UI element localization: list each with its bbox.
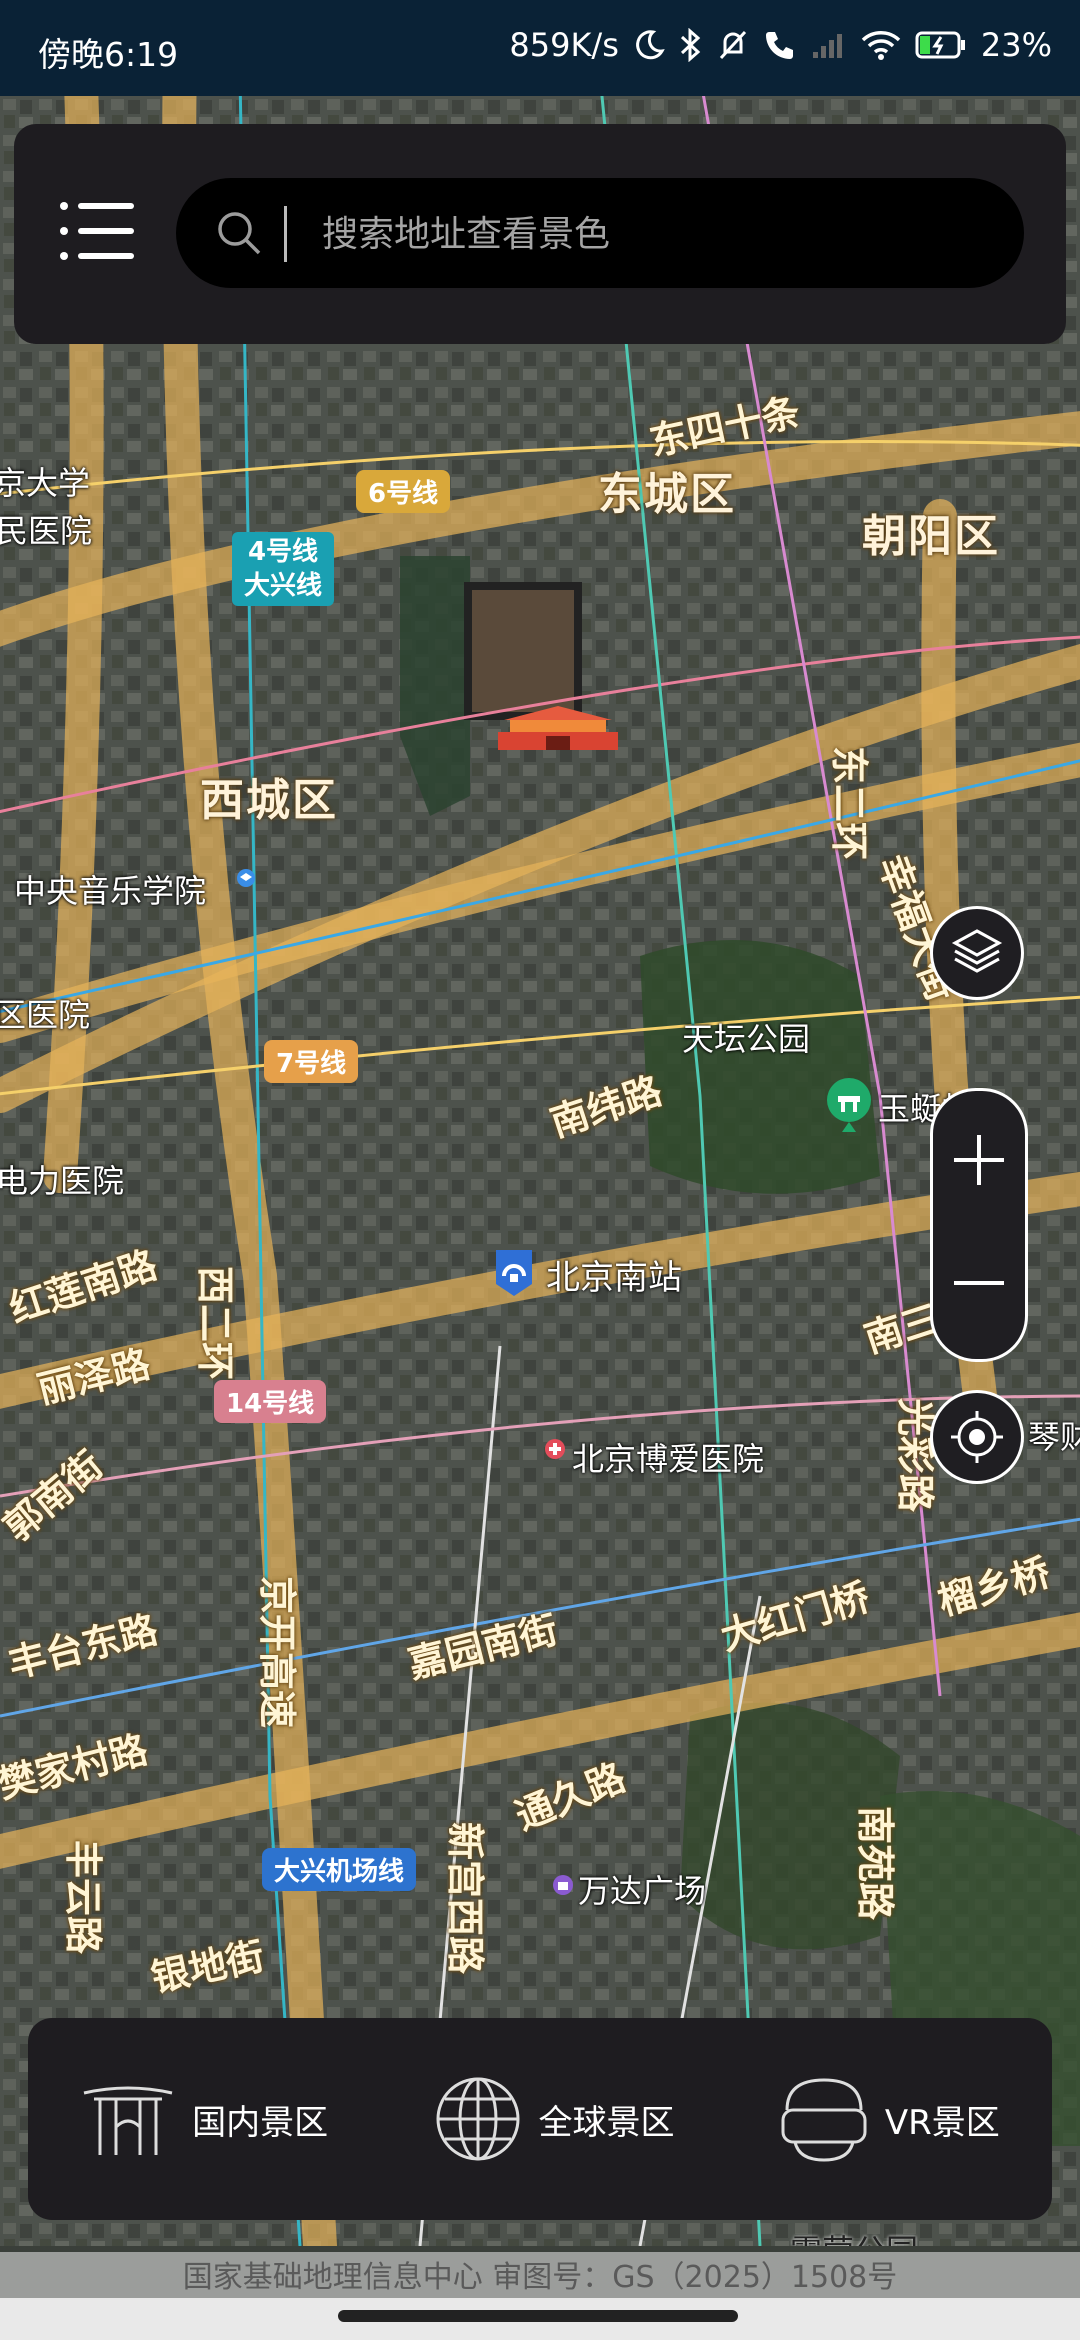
metro-label: 6号线	[356, 470, 451, 513]
search-bar[interactable]	[176, 178, 1024, 288]
home-indicator[interactable]	[338, 2310, 738, 2322]
nav-domestic-scenic[interactable]: 国内景区	[80, 2079, 328, 2159]
bluetooth-icon	[679, 28, 703, 62]
map-canvas	[0, 96, 1080, 2246]
plus-icon	[954, 1135, 1004, 1185]
nav-label: 全球景区	[538, 2102, 675, 2143]
zoom-control	[930, 1088, 1028, 1362]
district-label: 西城区	[200, 775, 338, 826]
place-label[interactable]: 区医院	[0, 990, 90, 1036]
zoom-out-button[interactable]	[933, 1225, 1025, 1359]
vr-headset-icon	[781, 2078, 867, 2162]
place-label[interactable]: 琴财	[1028, 1412, 1080, 1458]
mute-bell-icon	[717, 28, 749, 62]
layers-icon	[951, 929, 1003, 973]
locate-button[interactable]	[930, 1390, 1024, 1484]
nav-global-scenic[interactable]: 全球景区	[433, 2074, 675, 2164]
road-label: 东二环	[827, 746, 871, 861]
call-icon	[763, 28, 797, 62]
search-icon	[216, 210, 262, 260]
status-bar: 傍晚6:19 859K/s 23%	[0, 0, 1080, 96]
road-label: 西二环	[193, 1266, 237, 1381]
place-label[interactable]: 万达广场	[578, 1866, 706, 1912]
place-label[interactable]: 电力医院	[0, 1156, 124, 1202]
place-label[interactable]: 天坛公园	[682, 1014, 810, 1060]
nav-label: 国内景区	[192, 2102, 329, 2143]
road-label: 京开高速	[255, 1576, 299, 1729]
menu-list-icon[interactable]	[58, 198, 136, 264]
battery-icon	[915, 30, 967, 60]
locate-icon	[951, 1411, 1003, 1463]
status-right: 859K/s 23%	[509, 26, 1052, 64]
metro-label: 4号线	[247, 537, 319, 567]
status-time: 傍晚6:19	[38, 35, 179, 74]
map-credit: 国家基础地理信息中心 审图号：GS（2025）1508号	[0, 2252, 1080, 2298]
metro-label: 大兴机场线	[262, 1848, 417, 1891]
road-label: 丰云路	[61, 1840, 105, 1955]
minus-icon	[954, 1281, 1004, 1285]
school-icon	[236, 868, 256, 888]
place-label[interactable]: 露营公园	[790, 2226, 918, 2246]
gate-icon	[83, 2086, 173, 2155]
nav-vr-scenic[interactable]: VR景区	[779, 2074, 1000, 2164]
metro-label: 7号线	[264, 1040, 359, 1083]
zoom-in-button[interactable]	[933, 1091, 1025, 1225]
bottom-nav: 国内景区 全球景区 VR景区	[28, 2018, 1052, 2220]
metro-label: 14号线	[214, 1380, 327, 1423]
shopping-icon	[552, 1874, 574, 1896]
road-label: 新宫西路	[443, 1822, 487, 1975]
place-label[interactable]: 北京博爱医院	[572, 1434, 764, 1480]
hospital-icon	[544, 1438, 566, 1460]
metro-label: 大兴线	[244, 571, 323, 601]
network-speed: 859K/s	[509, 26, 619, 64]
signal-icon	[811, 30, 847, 60]
metro-label-line4: 4号线 大兴线	[232, 532, 335, 606]
layers-button[interactable]	[930, 906, 1024, 1000]
road-label: 南苑路	[853, 1806, 897, 1921]
search-input[interactable]	[320, 200, 984, 268]
park-marker-icon[interactable]	[824, 1076, 874, 1132]
moon-icon	[633, 29, 665, 61]
search-divider	[284, 206, 287, 262]
district-label: 朝阳区	[862, 511, 1000, 562]
satellite-map[interactable]: 东城区 朝阳区 西城区 东四十条 东二环 西二环 南纬路 红莲南路 丽泽路 京开…	[0, 96, 1080, 2246]
place-label[interactable]: 北京南站	[546, 1250, 682, 1299]
train-station-icon[interactable]	[492, 1246, 536, 1298]
place-label[interactable]: 中央音乐学院	[14, 866, 206, 912]
place-label[interactable]: 民医院	[0, 506, 92, 552]
battery-percent: 23%	[980, 26, 1052, 64]
place-label[interactable]: 京大学	[0, 458, 90, 504]
globe-icon	[436, 2077, 520, 2161]
nav-label: VR景区	[884, 2102, 1000, 2143]
district-label: 东城区	[598, 469, 736, 520]
wifi-icon	[861, 29, 901, 61]
tiananmen-icon[interactable]	[496, 702, 620, 750]
